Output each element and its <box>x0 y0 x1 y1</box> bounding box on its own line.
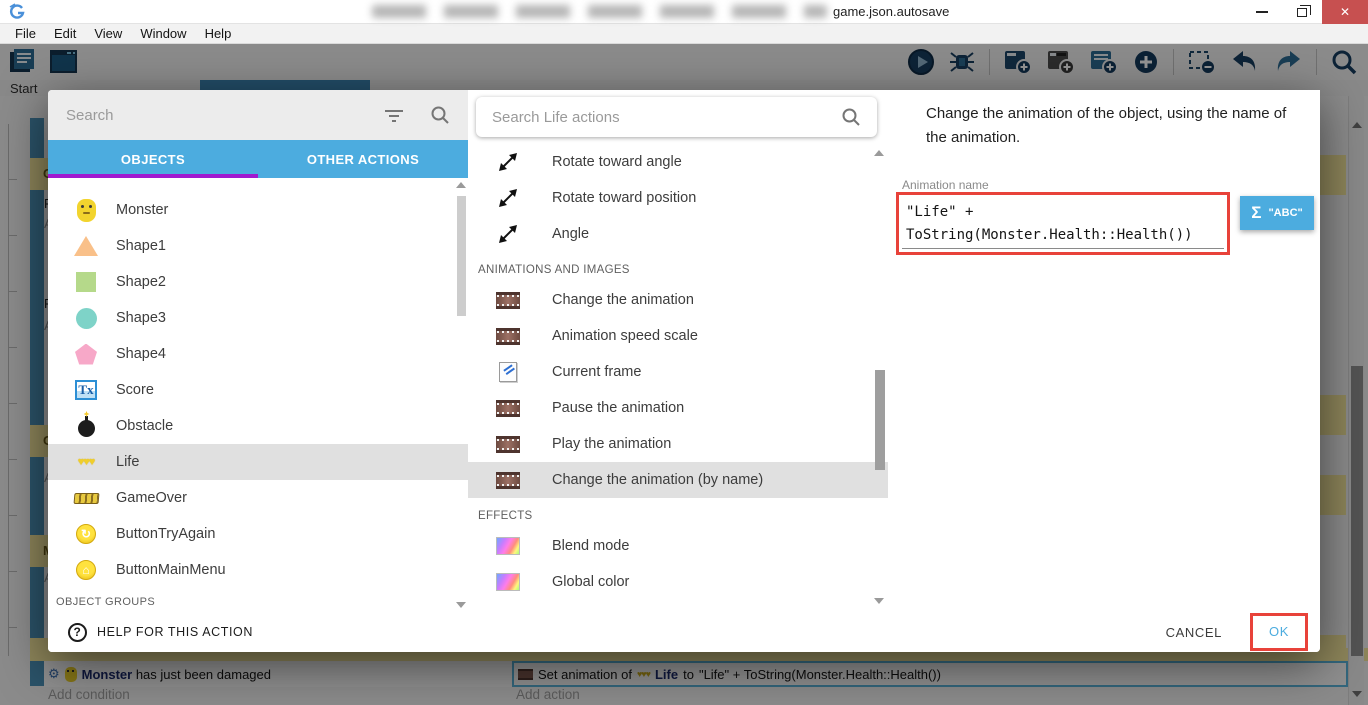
object-row-obstacle[interactable]: Obstacle <box>48 408 468 444</box>
menu-file[interactable]: File <box>6 25 45 42</box>
dialog-footer: ? HELP FOR THIS ACTION CANCEL OK <box>48 612 1320 652</box>
object-tabs: OBJECTS OTHER ACTIONS <box>48 140 468 178</box>
filter-icon[interactable] <box>384 108 404 122</box>
square-icon <box>76 272 96 292</box>
expression-builder-button[interactable]: Σ "ABC" <box>1240 196 1314 230</box>
bomb-icon <box>77 416 95 437</box>
film-icon <box>496 327 520 345</box>
actions-panel: Search Life actions Rotate toward angle … <box>468 90 888 612</box>
object-row-monster[interactable]: Monster <box>48 192 468 228</box>
film-icon <box>496 399 520 417</box>
minimize-button[interactable] <box>1242 0 1282 24</box>
objects-panel: Search OBJECTS OTHER ACTIONS Monster Sha… <box>48 90 468 612</box>
close-button[interactable]: ✕ <box>1322 0 1368 24</box>
film-icon <box>496 471 520 489</box>
rotate-icon <box>494 188 522 208</box>
rotate-icon <box>494 152 522 172</box>
scroll-up-icon[interactable] <box>456 182 466 188</box>
text-object-icon: Tx <box>75 380 97 400</box>
sigma-icon: Σ <box>1251 203 1262 222</box>
triangle-icon <box>74 236 98 256</box>
action-row[interactable]: Animation speed scale <box>468 318 888 354</box>
object-search-placeholder: Search <box>66 106 114 124</box>
action-row[interactable]: Rotate toward position <box>468 180 888 216</box>
help-icon: ? <box>68 622 87 642</box>
animation-name-input[interactable]: "Life" + ToString(Monster.Health::Health(… <box>902 198 1224 249</box>
cancel-button[interactable]: CANCEL <box>1166 625 1222 640</box>
action-row[interactable]: Global color <box>468 564 888 600</box>
menubar: File Edit View Window Help <box>0 24 1368 44</box>
hearts-icon: ♥♥♥ <box>77 456 96 468</box>
gdevelop-logo-icon <box>8 3 26 21</box>
home-button-icon: ⌂ <box>76 560 96 580</box>
window-title-redacted <box>372 5 827 18</box>
film-icon <box>496 291 520 309</box>
search-icon[interactable] <box>430 105 450 125</box>
action-row[interactable]: Current frame <box>468 354 888 390</box>
action-list: Rotate toward angle Rotate toward positi… <box>468 144 888 612</box>
action-search-input[interactable]: Search Life actions <box>476 97 877 137</box>
menu-view[interactable]: View <box>85 25 131 42</box>
action-row-selected[interactable]: Change the animation (by name) <box>468 462 888 498</box>
object-list: Monster Shape1 Shape2 Shape3 Shape4 Tx Sc… <box>48 178 468 612</box>
scrollbar-thumb[interactable] <box>875 370 885 470</box>
object-row-buttontryagain[interactable]: ↻ ButtonTryAgain <box>48 516 468 552</box>
scroll-down-icon[interactable] <box>456 602 466 608</box>
global-color-icon <box>496 573 520 591</box>
section-header-effects: EFFECTS <box>478 510 533 522</box>
action-detail-panel: Change the animation of the object, usin… <box>888 90 1320 612</box>
object-row-life-selected[interactable]: ♥♥♥ Life <box>48 444 468 480</box>
menu-edit[interactable]: Edit <box>45 25 85 42</box>
action-row[interactable]: Pause the animation <box>468 390 888 426</box>
window-controls: ✕ <box>1242 0 1368 24</box>
titlebar: game.json.autosave ✕ <box>0 0 1368 24</box>
action-row[interactable]: Blend mode <box>468 528 888 564</box>
field-label: Animation name <box>902 178 989 192</box>
ok-button[interactable]: OK <box>1269 624 1289 639</box>
tab-objects[interactable]: OBJECTS <box>48 140 258 178</box>
action-row[interactable]: Angle <box>468 216 888 252</box>
object-row-buttonmainmenu[interactable]: ⌂ ButtonMainMenu <box>48 552 468 588</box>
frame-icon <box>499 362 517 382</box>
object-row-gameover[interactable]: GameOver <box>48 480 468 516</box>
menu-window[interactable]: Window <box>131 25 195 42</box>
help-button[interactable]: ? HELP FOR THIS ACTION <box>68 622 253 642</box>
menu-help[interactable]: Help <box>196 25 241 42</box>
object-row-shape2[interactable]: Shape2 <box>48 264 468 300</box>
scroll-up-icon[interactable] <box>874 150 884 156</box>
blend-mode-icon <box>496 537 520 555</box>
section-header-animations: ANIMATIONS AND IMAGES <box>478 264 630 276</box>
action-row[interactable]: Play the animation <box>468 426 888 462</box>
object-row-score[interactable]: Tx Score <box>48 372 468 408</box>
object-search-input[interactable]: Search <box>48 90 468 140</box>
film-icon <box>496 435 520 453</box>
app-window: game.json.autosave ✕ File Edit View Wind… <box>0 0 1368 705</box>
annotation-box-ok: OK <box>1250 613 1308 651</box>
object-row-shape3[interactable]: Shape3 <box>48 300 468 336</box>
action-search-placeholder: Search Life actions <box>492 108 620 126</box>
scroll-down-icon[interactable] <box>874 598 884 604</box>
object-list-scrollbar[interactable] <box>454 182 467 608</box>
retry-button-icon: ↻ <box>76 524 96 544</box>
action-description: Change the animation of the object, usin… <box>926 105 1287 146</box>
scrollbar-thumb[interactable] <box>457 196 466 316</box>
action-editor-dialog: Search OBJECTS OTHER ACTIONS Monster Sha… <box>48 90 1320 652</box>
rotate-icon <box>494 224 522 244</box>
banner-icon <box>73 492 99 504</box>
circle-icon <box>75 307 97 329</box>
annotation-box-field: "Life" + ToString(Monster.Health::Health(… <box>896 192 1230 255</box>
window-title: game.json.autosave <box>833 4 950 19</box>
action-row[interactable]: Change the animation <box>468 282 888 318</box>
action-row[interactable]: Rotate toward angle <box>468 144 888 180</box>
search-icon[interactable] <box>841 107 861 127</box>
pentagon-icon <box>75 343 97 365</box>
object-row-shape1[interactable]: Shape1 <box>48 228 468 264</box>
monster-icon <box>76 198 96 222</box>
restore-button[interactable] <box>1282 0 1322 24</box>
object-groups-header: OBJECT GROUPS <box>56 596 156 608</box>
object-row-shape4[interactable]: Shape4 <box>48 336 468 372</box>
tab-other-actions[interactable]: OTHER ACTIONS <box>258 140 468 178</box>
